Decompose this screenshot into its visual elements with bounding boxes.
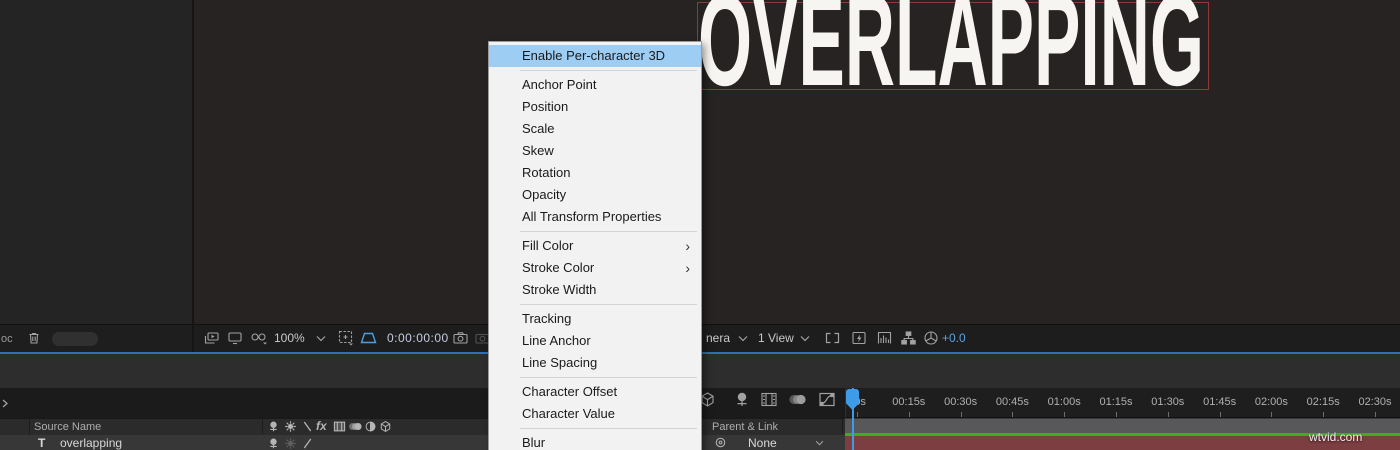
menu-separator xyxy=(489,425,701,432)
shared-view-icon[interactable] xyxy=(824,330,841,346)
ruler-tick xyxy=(1323,412,1325,417)
project-panel xyxy=(0,0,194,352)
bit-depth-label[interactable]: oc xyxy=(1,333,13,345)
menu-item-character-offset[interactable]: Character Offset xyxy=(489,381,701,403)
watermark: wtvid.com xyxy=(1309,430,1363,444)
exposure-value[interactable]: +0.0 xyxy=(942,331,966,345)
column-divider xyxy=(842,419,843,434)
column-divider xyxy=(29,419,30,434)
chevron-down-icon[interactable] xyxy=(316,335,326,342)
ruler-tick xyxy=(1012,412,1014,417)
motion-blur-icon[interactable] xyxy=(348,420,363,433)
frame-blend-icon[interactable] xyxy=(760,391,778,408)
parent-dropdown-value: None xyxy=(748,436,777,450)
parent-link-header[interactable]: Parent & Link xyxy=(712,421,778,433)
exposure-shutter-icon[interactable] xyxy=(923,330,939,346)
menu-item-fill-color[interactable]: Fill Color › xyxy=(489,235,701,257)
view-layout-dropdown[interactable]: 1 View xyxy=(758,331,794,345)
menu-item-line-spacing[interactable]: Line Spacing xyxy=(489,352,701,374)
menu-item-opacity[interactable]: Opacity xyxy=(489,184,701,206)
timecode-display[interactable]: 0:00:00:00 xyxy=(387,331,449,345)
frame-blend-icon[interactable] xyxy=(333,420,346,433)
submenu-arrow-icon: › xyxy=(685,238,690,254)
menu-item-all-transform-properties[interactable]: All Transform Properties xyxy=(489,206,701,228)
animate-context-menu: Enable Per-character 3D Anchor Point Posit… xyxy=(488,41,702,450)
snapshot-camera-icon[interactable] xyxy=(452,330,469,346)
parent-dropdown[interactable]: None xyxy=(737,436,832,450)
submenu-arrow-icon: › xyxy=(685,260,690,276)
preview-thumbnails-icon[interactable] xyxy=(203,330,220,346)
effects-icon[interactable]: fx xyxy=(316,419,327,433)
panel-chevron-icon[interactable] xyxy=(1,398,11,408)
menu-separator xyxy=(489,301,701,308)
menu-item-tracking[interactable]: Tracking xyxy=(489,308,701,330)
quality-icon[interactable] xyxy=(301,420,314,433)
composition-text-layer[interactable]: OVERLAPPING xyxy=(695,0,1209,113)
shy-icon[interactable] xyxy=(733,391,751,408)
transparency-grid-icon[interactable] xyxy=(359,330,378,346)
trash-icon[interactable] xyxy=(26,330,42,346)
pickwhip-icon[interactable] xyxy=(714,436,727,449)
project-panel-toolbar: oc xyxy=(0,324,192,353)
menu-item-stroke-color[interactable]: Stroke Color › xyxy=(489,257,701,279)
column-divider xyxy=(262,419,263,434)
menu-separator xyxy=(489,228,701,235)
ruler-label: 02:30s xyxy=(1358,396,1392,408)
histogram-icon[interactable] xyxy=(876,330,893,346)
3d-layer-icon[interactable] xyxy=(379,420,392,433)
timeline-ruler[interactable]: 00s00:15s00:30s00:45s01:00s01:15s01:30s0… xyxy=(845,388,1400,418)
menu-item-stroke-width[interactable]: Stroke Width xyxy=(489,279,701,301)
ruler-tick xyxy=(1167,412,1169,417)
quality-icon[interactable] xyxy=(301,437,314,450)
menu-item-enable-per-character-3d[interactable]: Enable Per-character 3D xyxy=(489,45,701,67)
text-layer-badge: T xyxy=(38,436,46,450)
ruler-tick xyxy=(1116,412,1117,417)
chevron-down-icon[interactable] xyxy=(738,335,748,342)
chevron-down-icon[interactable] xyxy=(800,335,810,342)
menu-item-character-value[interactable]: Character Value xyxy=(489,403,701,425)
menu-item-line-anchor[interactable]: Line Anchor xyxy=(489,330,701,352)
ruler-tick xyxy=(960,412,962,417)
adjustment-layer-icon[interactable] xyxy=(364,420,377,433)
monitor-icon[interactable] xyxy=(227,330,243,346)
ruler-tick xyxy=(1064,412,1066,417)
menu-separator xyxy=(489,374,701,381)
region-of-interest-icon[interactable] xyxy=(337,329,356,347)
menu-item-skew[interactable]: Skew xyxy=(489,140,701,162)
mini-flowchart-icon[interactable] xyxy=(900,330,917,346)
chevron-down-icon xyxy=(815,440,824,446)
fast-previews-icon[interactable] xyxy=(851,330,867,346)
after-effects-window: oc OVERLAPPING 100% 0:00:00:00 nera 1 Vi… xyxy=(0,0,1400,450)
menu-item-position[interactable]: Position xyxy=(489,96,701,118)
menu-item-scale[interactable]: Scale xyxy=(489,118,701,140)
motion-blur-icon[interactable] xyxy=(788,392,808,407)
headline-text: OVERLAPPING xyxy=(698,0,1204,113)
ruler-tick xyxy=(857,412,858,417)
ruler-tick xyxy=(1271,412,1273,417)
menu-item-rotation[interactable]: Rotation xyxy=(489,162,701,184)
magnification-dropdown[interactable]: 100% xyxy=(274,331,305,345)
menu-item-anchor-point[interactable]: Anchor Point xyxy=(489,74,701,96)
menu-item-blur[interactable]: Blur xyxy=(489,432,701,450)
source-name-header[interactable]: Source Name xyxy=(34,421,101,433)
project-search-pill[interactable] xyxy=(52,332,98,346)
layer-name[interactable]: overlapping xyxy=(60,436,122,450)
active-camera-dropdown[interactable]: nera xyxy=(706,331,730,345)
collapse-transforms-icon[interactable] xyxy=(284,420,297,433)
stereo-glasses-icon[interactable] xyxy=(249,330,269,346)
ruler-tick xyxy=(1375,412,1376,417)
shy-icon[interactable] xyxy=(267,437,280,450)
ruler-tick xyxy=(908,412,910,417)
menu-separator xyxy=(489,67,701,74)
shy-icon[interactable] xyxy=(267,420,280,433)
collapse-transforms-icon[interactable] xyxy=(284,437,297,450)
ruler-tick xyxy=(1219,412,1221,417)
